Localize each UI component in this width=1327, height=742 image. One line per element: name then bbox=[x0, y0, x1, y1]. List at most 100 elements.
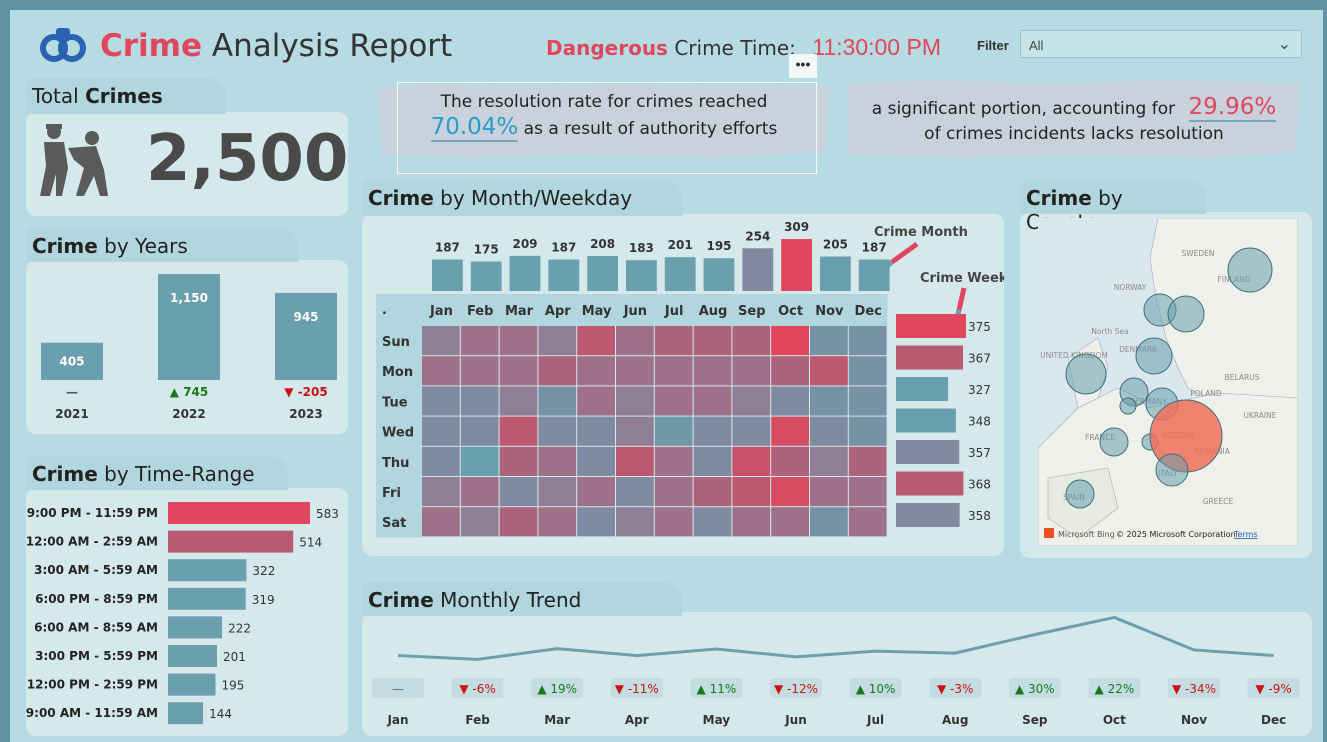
timerange-value-label: 222 bbox=[228, 621, 251, 635]
week-bar bbox=[896, 345, 964, 370]
timerange-value-label: 583 bbox=[316, 507, 339, 521]
heatmap-cell bbox=[848, 416, 887, 446]
heatmap-cell bbox=[577, 326, 615, 356]
heatmap-cell bbox=[732, 356, 771, 386]
map-country-label: POLAND bbox=[1190, 389, 1222, 398]
heatmap-cell bbox=[460, 446, 499, 476]
heatmap-column-label: Jan bbox=[429, 304, 453, 319]
heatmap-cell bbox=[616, 356, 654, 386]
timerange-category-label: 9:00 PM - 11:59 PM bbox=[27, 506, 158, 520]
title-accent: Crime bbox=[100, 28, 202, 64]
month-bar bbox=[509, 255, 541, 291]
timerange-category-label: 6:00 PM - 8:59 PM bbox=[35, 592, 158, 606]
heatmap-cell bbox=[538, 446, 577, 476]
more-options-button[interactable]: ••• bbox=[789, 54, 817, 78]
trend-change-label: ▲ 10% bbox=[856, 682, 896, 696]
heatmap-cell bbox=[577, 477, 615, 507]
week-bar bbox=[896, 471, 964, 496]
danger-rest: Crime Time: bbox=[674, 36, 796, 60]
heatmap-cell bbox=[616, 416, 654, 446]
week-bar-value: 375 bbox=[968, 320, 991, 334]
filter-dropdown[interactable]: All ⌄ bbox=[1020, 30, 1302, 58]
heatmap-cell bbox=[499, 386, 538, 416]
trend-line bbox=[397, 615, 1274, 661]
unresolved-line2: of crimes incidents lacks resolution bbox=[924, 124, 1224, 144]
heatmap-cell bbox=[810, 416, 848, 446]
heatmap-column-label: Feb bbox=[467, 304, 493, 319]
heatmap-cell bbox=[732, 446, 771, 476]
heatmap-row-label: Sun bbox=[382, 335, 410, 350]
heatmap-cell bbox=[422, 356, 460, 386]
heatmap-column-label: Jul bbox=[664, 304, 684, 319]
trend-month-label: Mar bbox=[544, 713, 570, 727]
month-bar-value: 187 bbox=[435, 241, 460, 255]
heatmap-row-label: Fri bbox=[382, 486, 401, 501]
heatmap-cell bbox=[771, 446, 809, 476]
title-rest: Analysis Report bbox=[211, 28, 453, 64]
filter-label: Filter bbox=[977, 38, 1009, 53]
heatmap-cell bbox=[499, 507, 538, 537]
timerange-title-bold: Crime bbox=[32, 462, 98, 486]
heatmap-cell bbox=[538, 356, 577, 386]
heatmap-cell bbox=[693, 416, 732, 446]
arrow-down-icon bbox=[956, 287, 967, 311]
trend-month-label: Dec bbox=[1261, 713, 1286, 727]
month-bar bbox=[703, 258, 735, 291]
trend-title-bold: Crime bbox=[368, 588, 434, 612]
timerange-bar bbox=[168, 530, 294, 553]
week-bar-value: 368 bbox=[968, 478, 991, 492]
heatmap-cell bbox=[422, 477, 460, 507]
danger-time-value: 11:30:00 PM bbox=[812, 34, 941, 60]
trend-month-label: Jan bbox=[386, 713, 408, 727]
heatmap-cell bbox=[577, 356, 615, 386]
month-bar-value: 175 bbox=[474, 243, 499, 257]
handcuffs-icon bbox=[40, 28, 86, 62]
heatmap-cell bbox=[810, 446, 848, 476]
heatmap-column-label: Mar bbox=[505, 304, 534, 319]
timerange-bar bbox=[168, 673, 216, 696]
map-bubble bbox=[1119, 397, 1137, 415]
month-bar-value: 209 bbox=[512, 237, 537, 251]
crime-month-label: Crime Month bbox=[874, 225, 968, 240]
week-bar bbox=[896, 408, 956, 433]
map-country-label: SWEDEN bbox=[1181, 249, 1214, 258]
heatmap-column-label: Nov bbox=[815, 304, 844, 319]
timerange-category-label: 12:00 PM - 2:59 PM bbox=[27, 678, 158, 692]
total-crimes-header: Total Crimes bbox=[26, 78, 226, 114]
trend-change-label: ▲ 22% bbox=[1095, 682, 1135, 696]
heatmap-cell bbox=[422, 326, 460, 356]
trend-change-label: ▼ -12% bbox=[774, 682, 818, 696]
bing-logo-icon bbox=[1044, 528, 1054, 538]
country-header: Crime by Country bbox=[1020, 180, 1206, 234]
heatmap-column-label: Dec bbox=[855, 304, 882, 319]
heatmap-cell bbox=[771, 477, 809, 507]
heatmap-cell bbox=[693, 386, 732, 416]
timerange-bar bbox=[168, 645, 217, 667]
years-title-rest: by Years bbox=[104, 234, 188, 258]
heatmap-cell bbox=[499, 356, 538, 386]
heatmap-row-label: Tue bbox=[382, 395, 408, 410]
trend-chart: — Jan ▼ -6% Feb ▲ 19% Mar ▼ -11% Apr ▲ 11% May ▼ -… bbox=[372, 615, 1300, 727]
heatmap-cell bbox=[577, 386, 615, 416]
heatmap-cell bbox=[616, 446, 654, 476]
year-tick-label: 2021 bbox=[55, 407, 88, 421]
heatmap-cell bbox=[616, 477, 654, 507]
heatmap-cell bbox=[538, 507, 577, 537]
heatmap-cell bbox=[577, 446, 615, 476]
map-country-label: BELARUS bbox=[1225, 373, 1260, 382]
timerange-header: Crime by Time-Range bbox=[26, 456, 288, 490]
month-bar-value: 208 bbox=[590, 237, 615, 251]
heatmap-cell bbox=[616, 326, 654, 356]
month-bar bbox=[858, 259, 890, 291]
year-change-label: ▲ 745 bbox=[170, 385, 208, 399]
heatmap-cell bbox=[654, 386, 693, 416]
month-bar-value: 187 bbox=[551, 241, 576, 255]
year-value-label: 945 bbox=[293, 310, 318, 324]
year-bar bbox=[275, 292, 337, 380]
heatmap-cell bbox=[732, 386, 771, 416]
country-map[interactable]: North SeaNORWAYSWEDENFINLANDDENMARKUNITE… bbox=[1038, 218, 1298, 546]
trend-month-label: Jun bbox=[784, 713, 807, 727]
heatmap-cell bbox=[654, 356, 693, 386]
heatmap-cell bbox=[810, 477, 848, 507]
map-bubble bbox=[1155, 453, 1189, 487]
